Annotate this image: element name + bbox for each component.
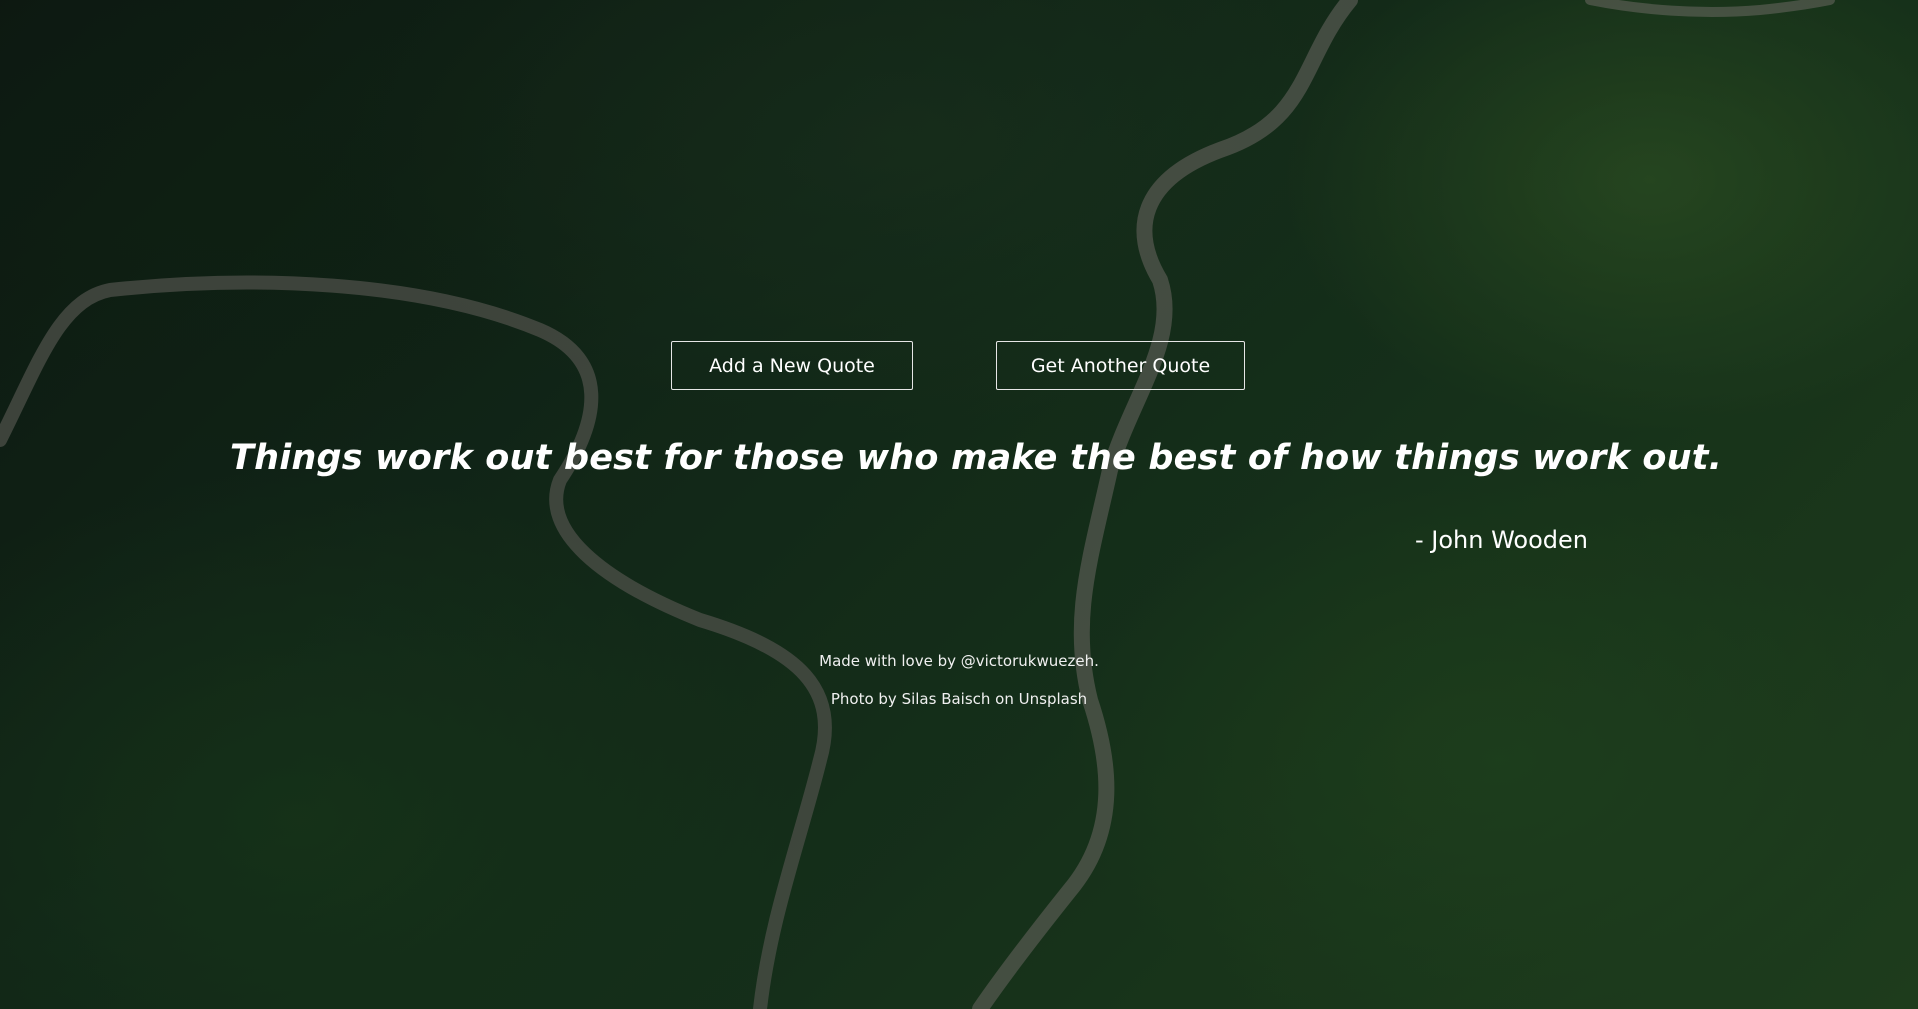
quote-text: Things work out best for those who make … xyxy=(230,438,1723,478)
get-another-quote-button[interactable]: Get Another Quote xyxy=(996,341,1245,390)
photo-credit: Photo by Silas Baisch on Unsplash xyxy=(830,690,1088,708)
footer-credit: Made with love by @victorukwuezeh. xyxy=(819,652,1099,670)
quote-author: - John Wooden xyxy=(1414,526,1588,554)
background-overlay xyxy=(0,0,1918,1009)
quote-app: Add a New Quote Get Another Quote Things… xyxy=(0,0,1918,1009)
add-quote-button[interactable]: Add a New Quote xyxy=(671,341,913,390)
